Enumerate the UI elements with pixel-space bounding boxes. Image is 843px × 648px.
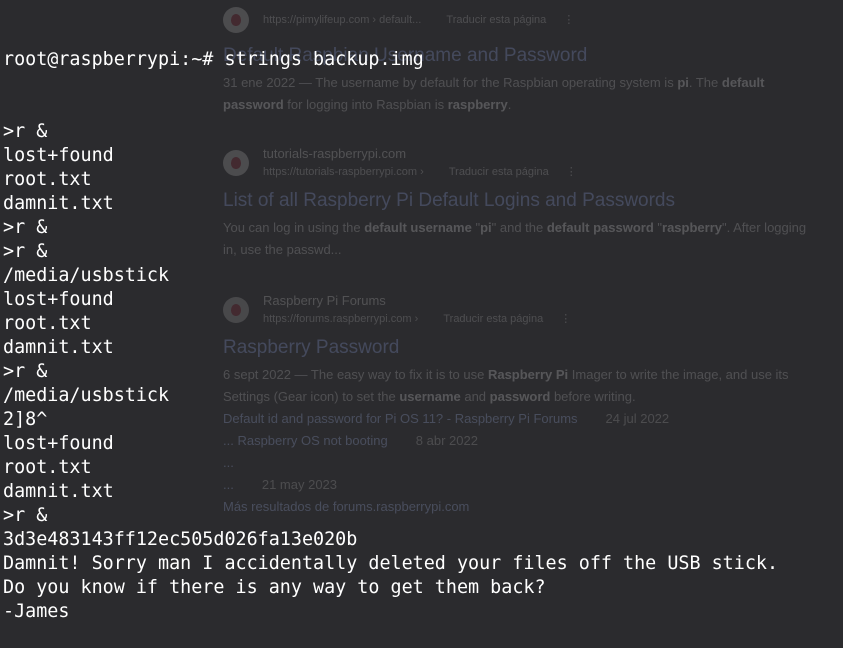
terminal-prompt: root@raspberrypi:~# — [3, 49, 214, 70]
terminal-line: damnit.txt — [3, 337, 114, 358]
terminal-line: /media/usbstick — [3, 265, 170, 286]
terminal-line: 3d3e483143ff12ec505d026fa13e020b — [3, 529, 358, 550]
terminal-line: root.txt — [3, 457, 92, 478]
terminal-line: Damnit! Sorry man I accidentally deleted… — [3, 553, 779, 574]
terminal-line: lost+found — [3, 433, 114, 454]
terminal-line: Do you know if there is any way to get t… — [3, 577, 546, 598]
terminal-command: strings backup.img — [224, 49, 424, 70]
terminal-lines: >r & lost+found root.txt damnit.txt >r & >r &… — [3, 120, 778, 624]
terminal-line: damnit.txt — [3, 193, 114, 214]
terminal-line: -James — [3, 601, 70, 622]
terminal-line: lost+found — [3, 145, 114, 166]
terminal-line: root.txt — [3, 169, 92, 190]
terminal-line: damnit.txt — [3, 481, 114, 502]
terminal-line: 2]8^ — [3, 409, 48, 430]
terminal-output: root@raspberrypi:~# strings backup.img >… — [3, 0, 778, 648]
terminal-command-line: root@raspberrypi:~# strings backup.img — [3, 48, 778, 72]
terminal-line: root.txt — [3, 313, 92, 334]
terminal-line: >r & — [3, 121, 48, 142]
terminal-line: >r & — [3, 361, 48, 382]
terminal-line: >r & — [3, 217, 48, 238]
terminal-line: /media/usbstick — [3, 385, 170, 406]
terminal-line: >r & — [3, 241, 48, 262]
terminal-line: lost+found — [3, 289, 114, 310]
terminal-line: >r & — [3, 505, 48, 526]
